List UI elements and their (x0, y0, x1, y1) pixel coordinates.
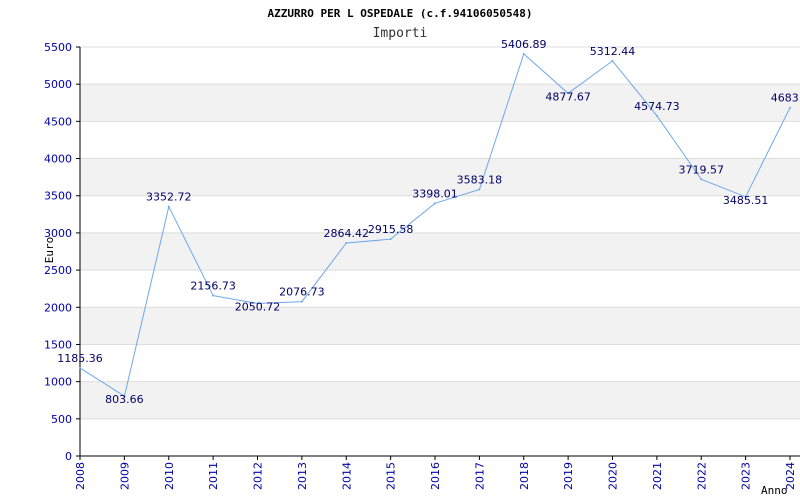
background-band (80, 84, 800, 122)
y-axis-title: Euro (43, 237, 56, 264)
x-tick-label: 2018 (518, 462, 531, 490)
data-point (478, 188, 481, 191)
data-point (300, 300, 303, 303)
data-label: 1185.36 (57, 352, 103, 365)
data-point (655, 114, 658, 117)
x-tick-label: 2015 (385, 462, 398, 490)
y-tick-label: 2000 (44, 301, 72, 314)
data-point (700, 178, 703, 181)
data-label: 803.66 (105, 393, 144, 406)
x-tick-label: 2010 (163, 462, 176, 490)
y-tick-label: 1000 (44, 376, 72, 389)
x-tick-label: 2021 (651, 462, 664, 490)
background-band (80, 381, 800, 419)
data-label: 3398.01 (412, 187, 458, 200)
y-tick-label: 0 (65, 450, 72, 463)
data-point (434, 202, 436, 205)
data-label: 2156.73 (190, 280, 236, 293)
y-tick-label: 2500 (44, 264, 72, 277)
y-tick-label: 4500 (44, 115, 72, 128)
data-label: 3583.18 (457, 174, 503, 187)
data-label: 2076.73 (279, 286, 325, 299)
data-label: 2864.42 (324, 227, 370, 240)
x-tick-labels: 2008 2009 2010 2011 2012 2013 2014 2015 2016 2017… (74, 462, 797, 490)
data-label: 5312.44 (590, 45, 636, 58)
chart-subtitle: Importi (373, 26, 428, 41)
data-label: 4574.73 (634, 100, 680, 113)
data-point (522, 52, 525, 55)
y-tick-label: 3500 (44, 190, 72, 203)
background-band (80, 307, 800, 345)
line-chart: 0500100015002000250030003500400045005000… (43, 7, 800, 497)
background-bands (80, 84, 800, 419)
data-point (212, 294, 215, 297)
data-label: 3719.57 (679, 163, 725, 176)
data-label: 4877.67 (545, 90, 591, 103)
x-tick-label: 2014 (340, 462, 353, 490)
x-tick-label: 2016 (429, 462, 442, 490)
x-tick-label: 2019 (562, 462, 575, 490)
data-label: 4683.3 (771, 92, 800, 105)
background-band (80, 232, 800, 271)
x-tick-label: 2020 (607, 462, 620, 490)
data-label: 2050.72 (235, 301, 281, 314)
y-tick-label: 5000 (44, 78, 72, 91)
x-tick-label: 2023 (740, 462, 753, 490)
data-point (167, 205, 170, 208)
y-tick-label: 5500 (44, 41, 72, 54)
chart-title: AZZURRO PER L OSPEDALE (c.f.94106050548) (268, 7, 533, 20)
data-label: 5406.89 (501, 38, 547, 51)
data-label: 2915.58 (368, 223, 414, 236)
x-tick-label: 2009 (118, 462, 131, 490)
y-tick-label: 1500 (44, 338, 72, 351)
data-point (389, 238, 392, 241)
x-axis-title: Anno (761, 484, 788, 497)
data-point (611, 59, 614, 62)
x-tick-label: 2013 (296, 462, 309, 490)
data-point (79, 366, 81, 369)
x-tick-label: 2008 (74, 462, 87, 490)
data-label: 3352.72 (146, 191, 192, 204)
x-tick-label: 2022 (695, 462, 708, 490)
y-tick-label: 500 (51, 413, 72, 426)
x-tick-label: 2012 (252, 462, 265, 490)
y-tick-label: 4000 (44, 153, 72, 166)
x-tick-label: 2011 (207, 462, 220, 490)
data-point (789, 106, 791, 109)
data-point (345, 241, 348, 244)
x-tick-label: 2017 (473, 462, 486, 490)
data-label: 3485.51 (723, 194, 769, 207)
